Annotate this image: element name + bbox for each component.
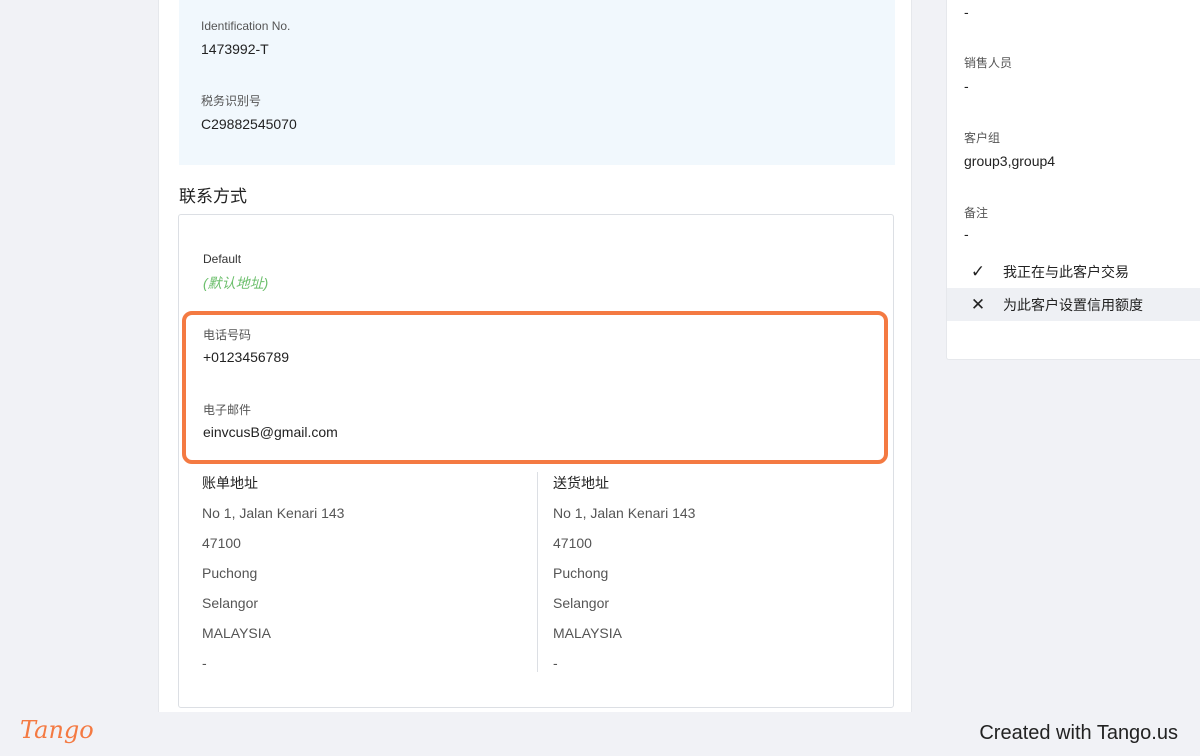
default-label: Default bbox=[203, 252, 242, 266]
billing-line: - bbox=[202, 655, 207, 671]
phone-value: +0123456789 bbox=[203, 349, 290, 365]
customer-side-panel: - 销售人员 - 客户组 group3,group4 备注 - ✓ 我正在与此客… bbox=[946, 0, 1200, 360]
billing-line: Selangor bbox=[202, 595, 259, 611]
created-with-text: Created with Tango.us bbox=[979, 722, 1178, 744]
shipping-line: - bbox=[553, 655, 558, 671]
customer-group-label: 客户组 bbox=[964, 131, 1001, 145]
billing-address: 账单地址 No 1, Jalan Kenari 143 47100 Puchon… bbox=[202, 472, 502, 678]
trading-with-customer-option[interactable]: ✓ 我正在与此客户交易 bbox=[947, 255, 1200, 288]
customer-group-value: group3,group4 bbox=[964, 153, 1056, 169]
tax-id-value: C29882545070 bbox=[201, 116, 297, 132]
tango-footer: Tango Created with Tango.us bbox=[0, 712, 1200, 756]
id-label: Identification No. bbox=[201, 19, 291, 33]
option-label: 为此客户设置信用额度 bbox=[1003, 296, 1143, 313]
id-value: 1473992-T bbox=[201, 41, 269, 57]
shipping-line: MALAYSIA bbox=[553, 625, 622, 641]
option-label: 我正在与此客户交易 bbox=[1003, 263, 1129, 280]
billing-address-title: 账单地址 bbox=[202, 475, 258, 491]
address-divider bbox=[537, 472, 538, 672]
tango-logo: Tango bbox=[20, 716, 94, 744]
shipping-address-title: 送货地址 bbox=[553, 475, 609, 491]
shipping-address: 送货地址 No 1, Jalan Kenari 143 47100 Puchon… bbox=[553, 472, 853, 678]
billing-line: No 1, Jalan Kenari 143 bbox=[202, 505, 345, 521]
set-credit-limit-option[interactable]: ✕ 为此客户设置信用额度 bbox=[947, 288, 1200, 321]
shipping-line: No 1, Jalan Kenari 143 bbox=[553, 505, 696, 521]
close-icon: ✕ bbox=[970, 294, 986, 314]
customer-detail-card: Identification No. 1473992-T 税务识别号 C2988… bbox=[158, 0, 912, 712]
sales-person-value: - bbox=[964, 78, 969, 94]
billing-line: 47100 bbox=[202, 535, 241, 551]
notes-label: 备注 bbox=[964, 206, 989, 220]
identification-panel: Identification No. 1473992-T 税务识别号 C2988… bbox=[179, 0, 895, 165]
billing-line: MALAYSIA bbox=[202, 625, 271, 641]
billing-line: Puchong bbox=[202, 565, 258, 581]
tax-id-label: 税务识别号 bbox=[201, 94, 262, 108]
contact-section-title: 联系方式 bbox=[179, 187, 247, 206]
notes-value: - bbox=[964, 226, 969, 242]
shipping-line: Selangor bbox=[553, 595, 610, 611]
email-value: einvcusB@gmail.com bbox=[203, 424, 338, 440]
check-icon: ✓ bbox=[970, 261, 986, 281]
phone-label: 电话号码 bbox=[203, 328, 252, 342]
side-top-value: - bbox=[964, 4, 969, 20]
sales-person-label: 销售人员 bbox=[964, 56, 1013, 70]
shipping-line: 47100 bbox=[553, 535, 592, 551]
shipping-line: Puchong bbox=[553, 565, 609, 581]
email-label: 电子邮件 bbox=[203, 403, 252, 417]
default-address-tag: (默认地址) bbox=[203, 275, 269, 291]
